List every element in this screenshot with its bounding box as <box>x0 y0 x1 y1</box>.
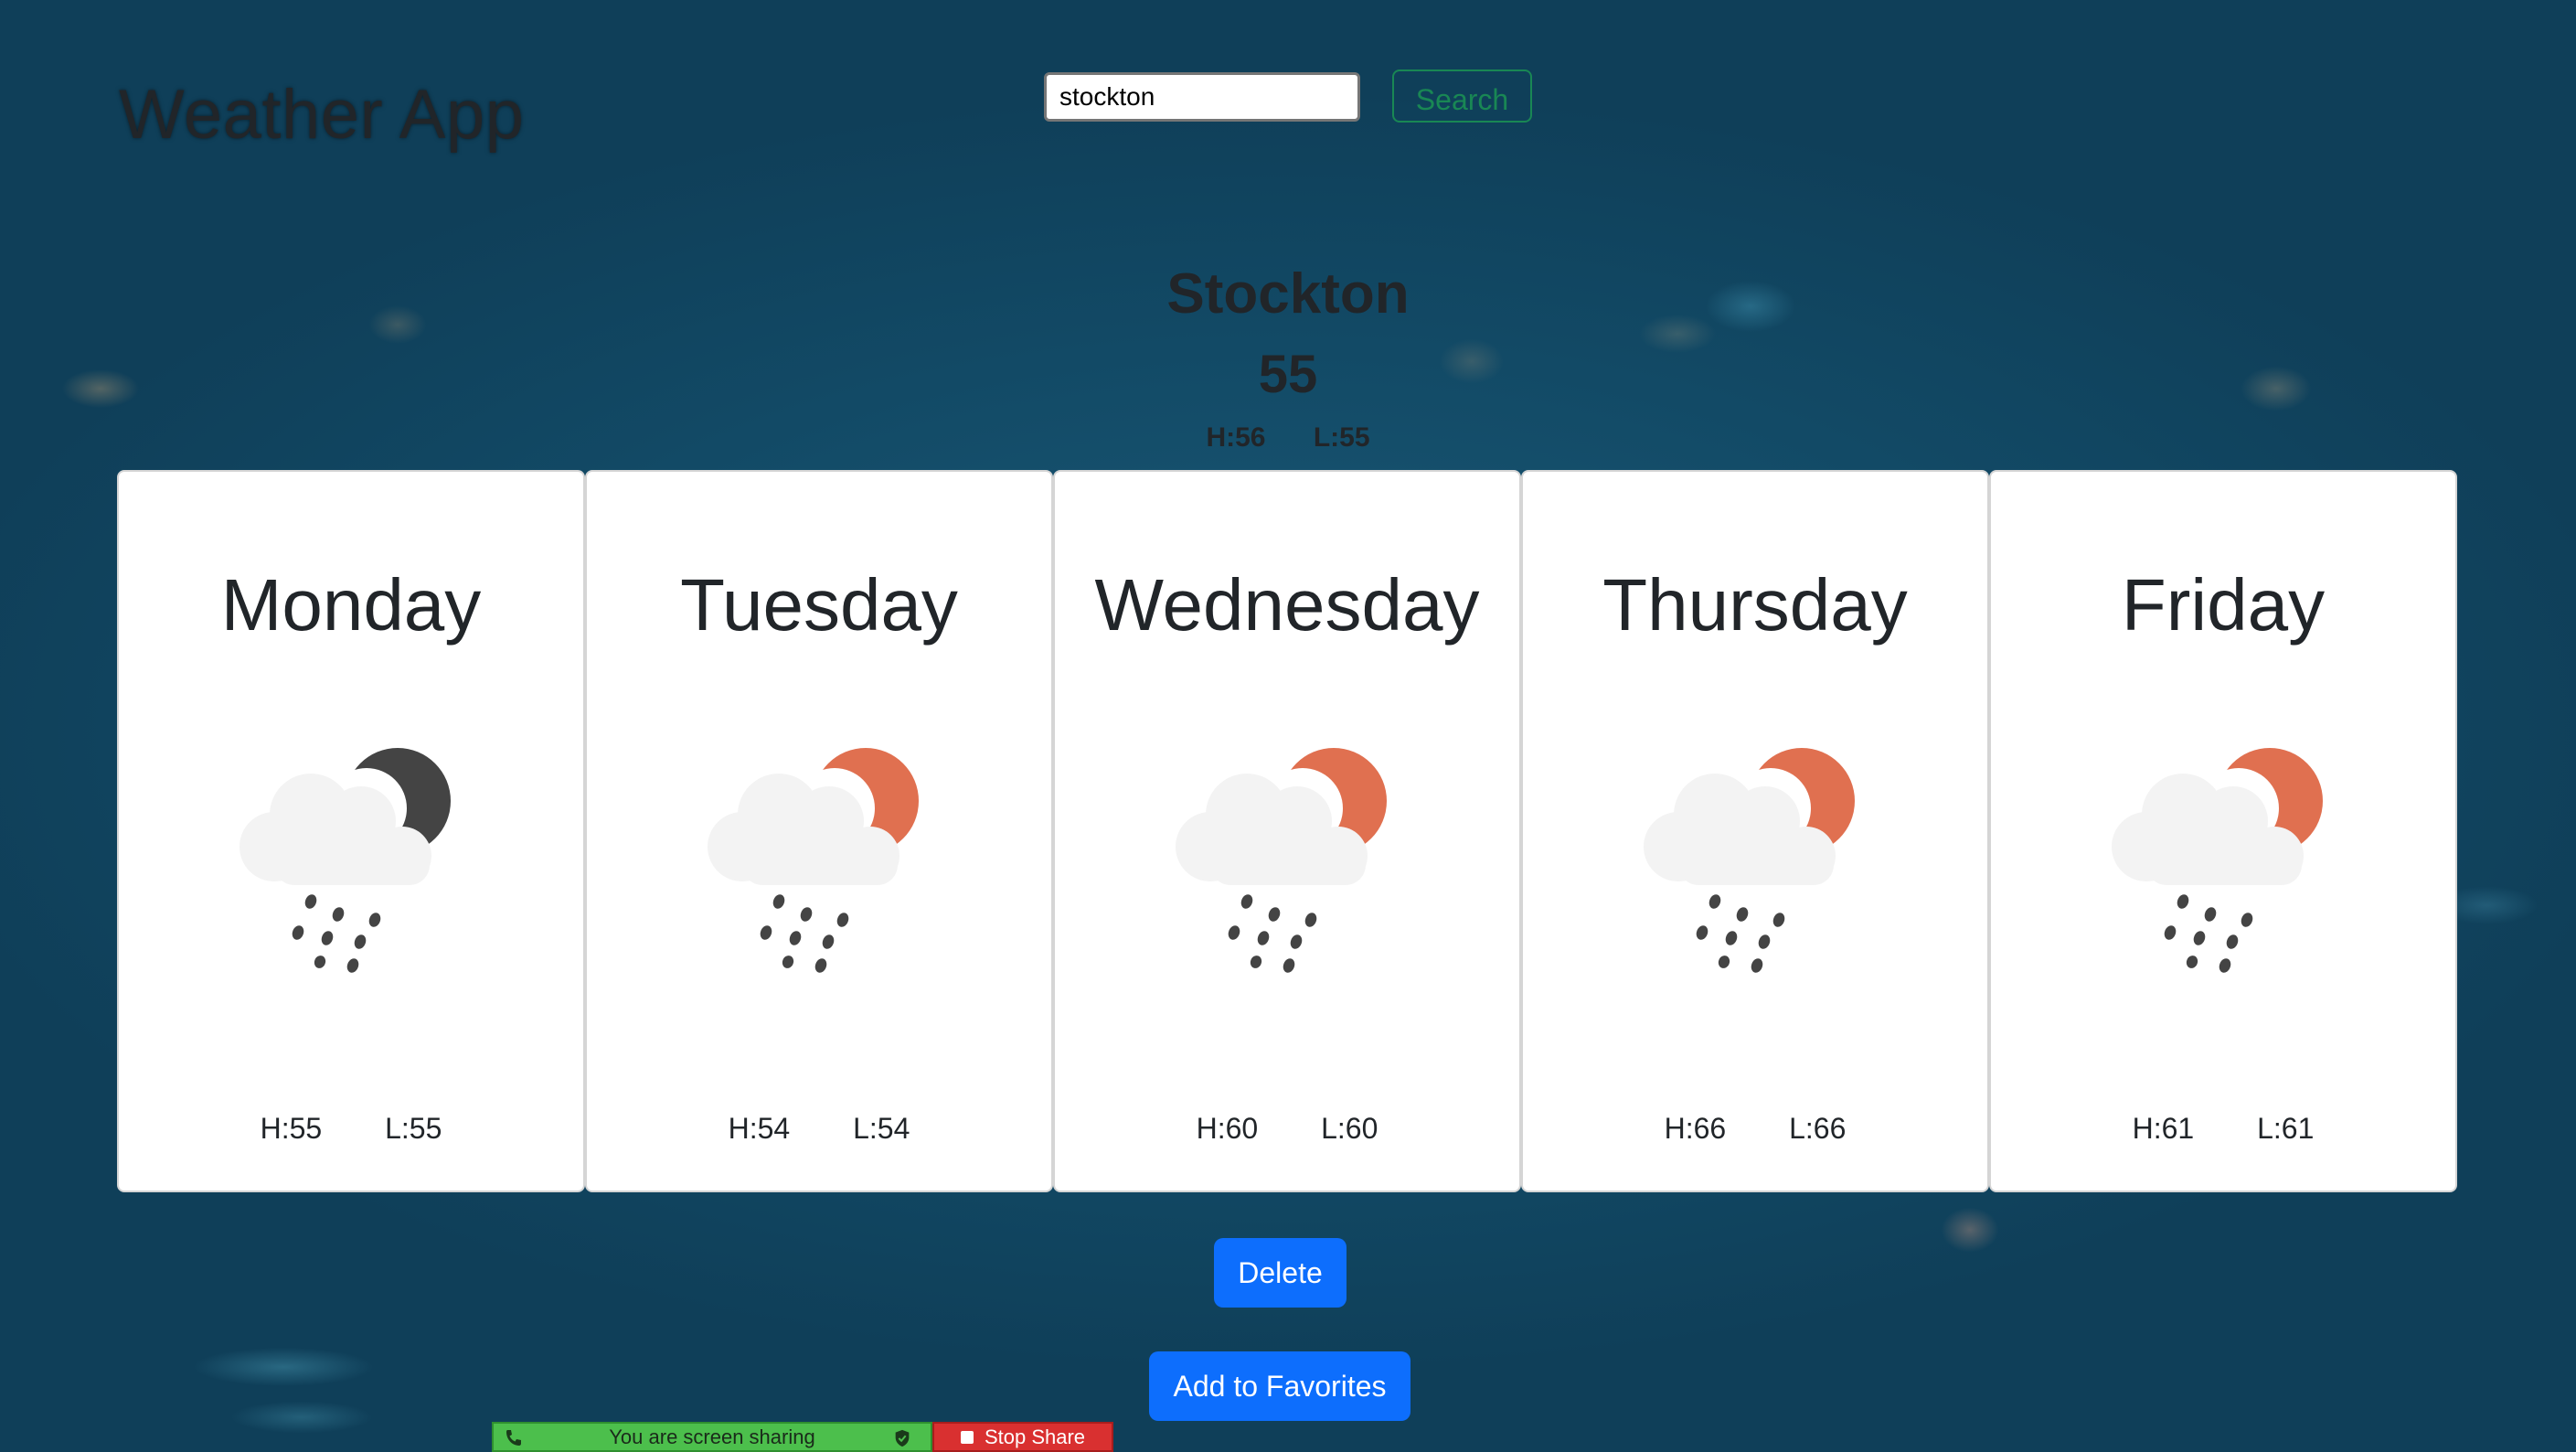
rain-night-icon <box>240 748 451 973</box>
day-name: Tuesday <box>680 564 958 646</box>
search-input[interactable] <box>1044 72 1360 122</box>
rain-day-icon <box>1644 748 1855 973</box>
current-high-low: H:56 L:55 <box>0 422 2576 454</box>
low-temp: L:54 <box>853 1112 910 1145</box>
forecast-card-tuesday: Tuesday H:54 L:54 <box>585 470 1053 1192</box>
stop-share-label: Stop Share <box>984 1425 1086 1448</box>
high-low: H:60 L:60 <box>1055 1112 1519 1146</box>
low-temp: L:55 <box>385 1112 442 1145</box>
day-name: Wednesday <box>1094 564 1480 646</box>
high-temp: H:55 <box>260 1112 323 1145</box>
stop-icon <box>960 1430 974 1444</box>
phone-icon <box>506 1430 521 1446</box>
rain-day-icon <box>1176 748 1387 973</box>
current-city: Stockton <box>1166 262 1410 326</box>
app-title: Weather App <box>119 76 525 154</box>
low-temp: L:61 <box>2257 1112 2315 1145</box>
screen-share-label: You are screen sharing <box>609 1425 815 1448</box>
low-temp: L:66 <box>1789 1112 1847 1145</box>
shield-icon <box>895 1429 910 1447</box>
stop-share-button[interactable]: Stop Share <box>932 1422 1113 1452</box>
high-temp: H:66 <box>1664 1112 1727 1145</box>
forecast-card-wednesday: Wednesday H:60 L:60 <box>1053 470 1521 1192</box>
high-low: H:61 L:61 <box>1991 1112 2455 1146</box>
high-low: H:54 L:54 <box>587 1112 1051 1146</box>
high-low: H:55 L:55 <box>119 1112 583 1146</box>
forecast-cards: Monday H:55 L:55 Tuesday H:54 L:54 Wedne… <box>117 470 2457 1192</box>
search-button[interactable]: Search <box>1392 69 1532 123</box>
screen-share-bar: You are screen sharing Stop Share <box>492 1422 1113 1452</box>
forecast-card-thursday: Thursday H:66 L:66 <box>1521 470 1989 1192</box>
day-name: Friday <box>2121 564 2326 646</box>
current-high: H:56 <box>1206 422 1266 453</box>
delete-button[interactable]: Delete <box>1214 1238 1347 1308</box>
add-to-favorites-button[interactable]: Add to Favorites <box>1149 1351 1410 1421</box>
current-temperature: 55 <box>1258 345 1318 404</box>
rain-day-icon <box>2112 748 2323 973</box>
high-low: H:66 L:66 <box>1523 1112 1987 1146</box>
high-temp: H:61 <box>2132 1112 2195 1145</box>
high-temp: H:60 <box>1196 1112 1259 1145</box>
current-low: L:55 <box>1313 422 1370 453</box>
high-temp: H:54 <box>728 1112 791 1145</box>
rain-day-icon <box>708 748 919 973</box>
forecast-card-monday: Monday H:55 L:55 <box>117 470 585 1192</box>
screen-share-status[interactable]: You are screen sharing <box>492 1422 932 1452</box>
day-name: Thursday <box>1602 564 1908 646</box>
day-name: Monday <box>220 564 482 646</box>
low-temp: L:60 <box>1321 1112 1378 1145</box>
forecast-card-friday: Friday H:61 L:61 <box>1989 470 2457 1192</box>
